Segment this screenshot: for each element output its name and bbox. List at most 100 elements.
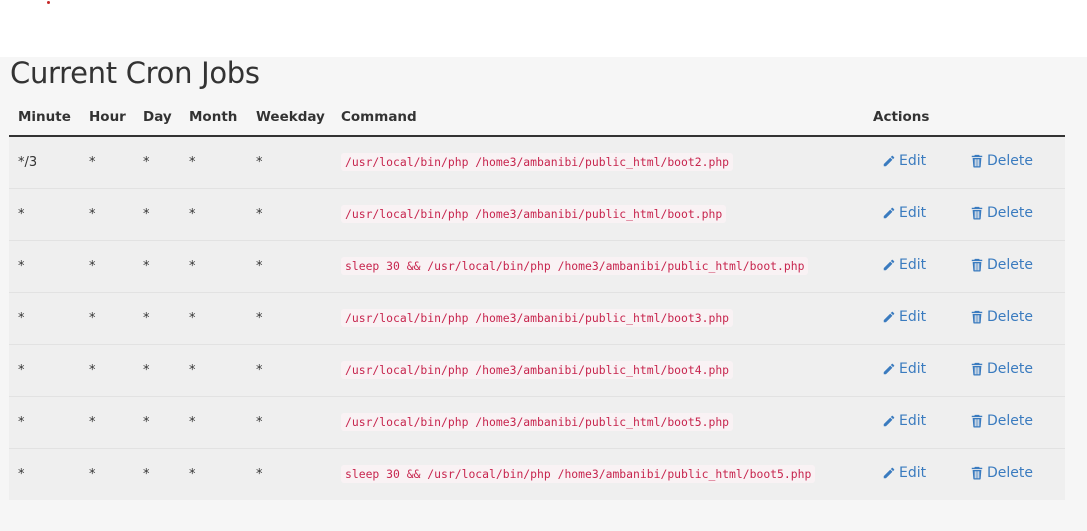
edit-link[interactable]: Edit <box>882 257 926 273</box>
delete-label: Delete <box>987 153 1033 169</box>
cell-delete: Delete <box>951 448 1066 500</box>
delete-link[interactable]: Delete <box>970 153 1033 169</box>
cell-weekday: * <box>247 136 332 189</box>
command-text: sleep 30 && /usr/local/bin/php /home3/am… <box>341 257 809 275</box>
delete-link[interactable]: Delete <box>970 465 1033 481</box>
cell-command: /usr/local/bin/php /home3/ambanibi/publi… <box>332 136 864 189</box>
delete-link[interactable]: Delete <box>970 361 1033 377</box>
cell-command: sleep 30 && /usr/local/bin/php /home3/am… <box>332 448 864 500</box>
cell-edit: Edit <box>864 240 951 293</box>
cell-minute: * <box>9 396 80 449</box>
cell-minute: * <box>9 292 80 345</box>
edit-label: Edit <box>899 465 927 481</box>
cell-day: * <box>134 136 180 189</box>
command-text: /usr/local/bin/php /home3/ambanibi/publi… <box>341 205 727 223</box>
cell-command: /usr/local/bin/php /home3/ambanibi/publi… <box>332 292 864 345</box>
cell-month: * <box>180 240 247 293</box>
cell-minute: * <box>9 344 80 397</box>
pencil-icon <box>882 414 899 428</box>
trash-icon <box>970 154 987 168</box>
trash-icon <box>970 258 987 272</box>
edit-link[interactable]: Edit <box>882 205 926 221</box>
edit-label: Edit <box>899 257 927 273</box>
edit-label: Edit <box>899 205 927 221</box>
cell-command: /usr/local/bin/php /home3/ambanibi/publi… <box>332 188 864 241</box>
table-row: * * * * * sleep 30 && /usr/local/bin/php /hom… <box>9 240 1066 293</box>
cell-minute: * <box>9 240 80 293</box>
cell-edit: Edit <box>864 396 951 449</box>
trash-icon <box>970 362 987 376</box>
cell-month: * <box>180 396 247 449</box>
pencil-icon <box>882 310 899 324</box>
cell-day: * <box>134 344 180 397</box>
edit-label: Edit <box>899 153 927 169</box>
edit-link[interactable]: Edit <box>882 153 926 169</box>
edit-label: Edit <box>899 361 927 377</box>
cell-command: sleep 30 && /usr/local/bin/php /home3/am… <box>332 240 864 293</box>
pencil-icon <box>882 258 899 272</box>
cell-weekday: * <box>247 240 332 293</box>
cell-edit: Edit <box>864 188 951 241</box>
cell-hour: * <box>80 136 134 189</box>
cell-weekday: * <box>247 396 332 449</box>
table-row: * * * * */usr/local/bin/php /home3/ambanibi/… <box>9 188 1066 241</box>
trash-icon <box>970 206 987 220</box>
cell-hour: * <box>80 188 134 241</box>
delete-label: Delete <box>987 257 1033 273</box>
column-header-hour[interactable]: Hour <box>80 98 134 137</box>
column-header-month[interactable]: Month <box>180 98 247 137</box>
edit-link[interactable]: Edit <box>882 361 926 377</box>
table-row: * * * * */usr/local/bin/php /home3/ambanibi/… <box>9 344 1066 397</box>
cell-minute: */3 <box>9 136 80 189</box>
cell-delete: Delete <box>951 396 1066 449</box>
delete-label: Delete <box>987 361 1033 377</box>
edit-label: Edit <box>899 413 927 429</box>
cell-weekday: * <box>247 292 332 345</box>
cron-jobs-body: */3 * * * */usr/local/bin/php /home3/ambanib… <box>9 136 1066 500</box>
top-bar <box>0 0 1087 57</box>
cell-month: * <box>180 136 247 189</box>
delete-link[interactable]: Delete <box>970 413 1033 429</box>
cell-weekday: * <box>247 344 332 397</box>
cell-delete: Delete <box>951 240 1066 293</box>
column-header-command[interactable]: Command <box>332 98 864 137</box>
table-row: * * * * */usr/local/bin/php /home3/ambanibi/… <box>9 396 1066 449</box>
delete-label: Delete <box>987 413 1033 429</box>
command-text: /usr/local/bin/php /home3/ambanibi/publi… <box>341 309 734 327</box>
cell-month: * <box>180 292 247 345</box>
delete-link[interactable]: Delete <box>970 309 1033 325</box>
delete-label: Delete <box>987 465 1033 481</box>
cell-command: /usr/local/bin/php /home3/ambanibi/publi… <box>332 396 864 449</box>
table-header-row: Minute Hour Day Month Weekday Command Ac… <box>9 98 1066 137</box>
pencil-icon <box>882 362 899 376</box>
cell-minute: * <box>9 188 80 241</box>
cell-hour: * <box>80 292 134 345</box>
command-text: /usr/local/bin/php /home3/ambanibi/publi… <box>341 361 734 379</box>
cell-day: * <box>134 240 180 293</box>
table-row: * * * * */usr/local/bin/php /home3/ambanibi/… <box>9 292 1066 345</box>
edit-label: Edit <box>899 309 927 325</box>
cell-minute: * <box>9 448 80 500</box>
column-header-minute[interactable]: Minute <box>9 98 80 137</box>
column-header-day[interactable]: Day <box>134 98 180 137</box>
cell-delete: Delete <box>951 344 1066 397</box>
trash-icon <box>970 414 987 428</box>
edit-link[interactable]: Edit <box>882 413 926 429</box>
cell-weekday: * <box>247 188 332 241</box>
cell-delete: Delete <box>951 188 1066 241</box>
indicator-dot <box>47 1 50 4</box>
cell-hour: * <box>80 240 134 293</box>
delete-link[interactable]: Delete <box>970 257 1033 273</box>
cell-delete: Delete <box>951 292 1066 345</box>
pencil-icon <box>882 154 899 168</box>
cell-edit: Edit <box>864 292 951 345</box>
delete-link[interactable]: Delete <box>970 205 1033 221</box>
table-row: */3 * * * */usr/local/bin/php /home3/ambanib… <box>9 136 1066 189</box>
delete-label: Delete <box>987 205 1033 221</box>
cell-edit: Edit <box>864 344 951 397</box>
edit-link[interactable]: Edit <box>882 309 926 325</box>
column-header-weekday[interactable]: Weekday <box>247 98 332 137</box>
pencil-icon <box>882 466 899 480</box>
trash-icon <box>970 466 987 480</box>
edit-link[interactable]: Edit <box>882 465 926 481</box>
